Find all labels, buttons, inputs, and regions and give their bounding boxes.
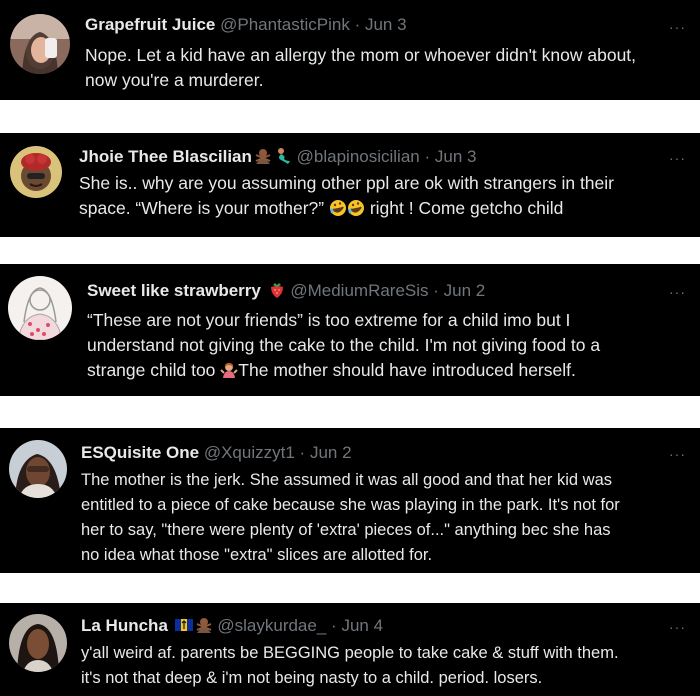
- display-name[interactable]: Sweet like strawberry: [87, 281, 261, 300]
- avatar[interactable]: [8, 276, 72, 340]
- user-handle[interactable]: @PhantasticPink: [220, 15, 350, 34]
- tweet-text-line: now you're a murderer.: [85, 70, 264, 90]
- more-options-icon[interactable]: ···: [669, 620, 686, 634]
- separator-dot: ·: [354, 15, 361, 34]
- tweet-text-line: y'all weird af. parents be BEGGING peopl…: [81, 644, 619, 662]
- tweet-text-line: “These are not your friends” is too extr…: [87, 310, 571, 330]
- avatar[interactable]: [9, 614, 67, 672]
- person-gesturing-no-emoji: [196, 618, 212, 633]
- timestamp[interactable]: Jun 2: [310, 443, 352, 462]
- tweet-card[interactable]: La Huncha @slaykurdae_ · Jun 4 ··· y'all…: [0, 603, 700, 696]
- display-name[interactable]: Jhoie Thee Blascilian: [79, 147, 252, 166]
- tweet-card[interactable]: Grapefruit Juice @PhantasticPink · Jun 3…: [0, 0, 700, 100]
- separator-dot: ·: [299, 443, 306, 462]
- timestamp[interactable]: Jun 2: [444, 281, 486, 300]
- person-gesturing-no-emoji: [255, 149, 271, 164]
- tweet-card[interactable]: Jhoie Thee Blascilian @blapinosicilian ·…: [0, 133, 700, 237]
- tweet-header: La Huncha @slaykurdae_ · Jun 4: [81, 615, 383, 637]
- timestamp[interactable]: Jun 3: [435, 147, 477, 166]
- tweet-text-line: it's not that deep & i'm not being nasty…: [81, 669, 543, 687]
- tweet-header: Sweet like strawberry @MediumRareSis · J…: [87, 280, 485, 302]
- tweet-text-line: entitled to a piece of cake because she …: [81, 496, 620, 514]
- separator-dot: ·: [424, 147, 431, 166]
- display-name[interactable]: La Huncha: [81, 616, 168, 635]
- rofl-emoji: [347, 200, 364, 216]
- display-name[interactable]: Grapefruit Juice: [85, 15, 215, 34]
- tweet-text: Nope. Let a kid have an allergy the mom …: [85, 43, 636, 93]
- avatar[interactable]: [10, 14, 70, 74]
- tweet-text: “These are not your friends” is too extr…: [87, 308, 600, 383]
- tweet-text-line: space. “Where is your mother?” right ! C…: [79, 196, 614, 221]
- tweet-text-line: Nope. Let a kid have an allergy the mom …: [85, 45, 637, 65]
- barbados-flag-emoji: [174, 619, 193, 631]
- timestamp[interactable]: Jun 4: [341, 616, 383, 635]
- mermaid-emoji: [277, 148, 290, 164]
- rofl-emoji: [329, 200, 346, 216]
- avatar[interactable]: [9, 440, 67, 498]
- user-handle[interactable]: @Xquizzyt1: [204, 443, 295, 462]
- tweet-text: She is.. why are you assuming other ppl …: [79, 171, 614, 221]
- separator-dot: ·: [433, 281, 439, 300]
- tweet-header: Jhoie Thee Blascilian @blapinosicilian ·…: [79, 146, 476, 168]
- tweet-text-line: She is.. why are you assuming other ppl …: [79, 173, 614, 193]
- tweet-header: Grapefruit Juice @PhantasticPink · Jun 3: [85, 14, 407, 36]
- tweet-text-segment: right ! Come getcho child: [364, 198, 564, 218]
- tweet-text-line: her to say, "there were plenty of 'extra…: [81, 521, 611, 539]
- tweet-text-segment: The mother should have introduced hersel…: [238, 360, 576, 380]
- display-name[interactable]: ESQuisite One: [81, 443, 199, 462]
- timestamp[interactable]: Jun 3: [365, 15, 407, 34]
- more-options-icon[interactable]: ···: [669, 151, 686, 165]
- tweet-card[interactable]: ESQuisite One @Xquizzyt1 · Jun 2 ··· The…: [0, 428, 700, 573]
- user-handle[interactable]: @slaykurdae_: [217, 616, 326, 635]
- tweet-text-line: no idea what those "extra" slices are al…: [81, 546, 433, 564]
- tweet-text: The mother is the jerk. She assumed it w…: [81, 468, 620, 568]
- user-handle[interactable]: @MediumRareSis: [290, 281, 428, 300]
- tweet-text-line: The mother is the jerk. She assumed it w…: [81, 471, 613, 489]
- more-options-icon[interactable]: ···: [669, 447, 686, 461]
- tweet-header: ESQuisite One @Xquizzyt1 · Jun 2: [81, 442, 352, 464]
- separator-dot: ·: [331, 616, 337, 635]
- user-handle[interactable]: @blapinosicilian: [297, 147, 420, 166]
- tweet-text-line: strange child too The mother should have…: [87, 358, 600, 383]
- person-shrugging-emoji: [220, 363, 239, 378]
- strawberry-emoji: [270, 283, 283, 298]
- tweet-text-line: understand not giving the cake to the ch…: [87, 335, 601, 355]
- tweet-text-segment: strange child too: [87, 360, 216, 380]
- tweet-text-segment: space. “Where is your mother?”: [79, 198, 325, 218]
- more-options-icon[interactable]: ···: [669, 285, 686, 299]
- more-options-icon[interactable]: ···: [669, 20, 686, 34]
- avatar[interactable]: [10, 146, 62, 198]
- tweet-card[interactable]: Sweet like strawberry @MediumRareSis · J…: [0, 264, 700, 396]
- tweet-text: y'all weird af. parents be BEGGING peopl…: [81, 641, 619, 691]
